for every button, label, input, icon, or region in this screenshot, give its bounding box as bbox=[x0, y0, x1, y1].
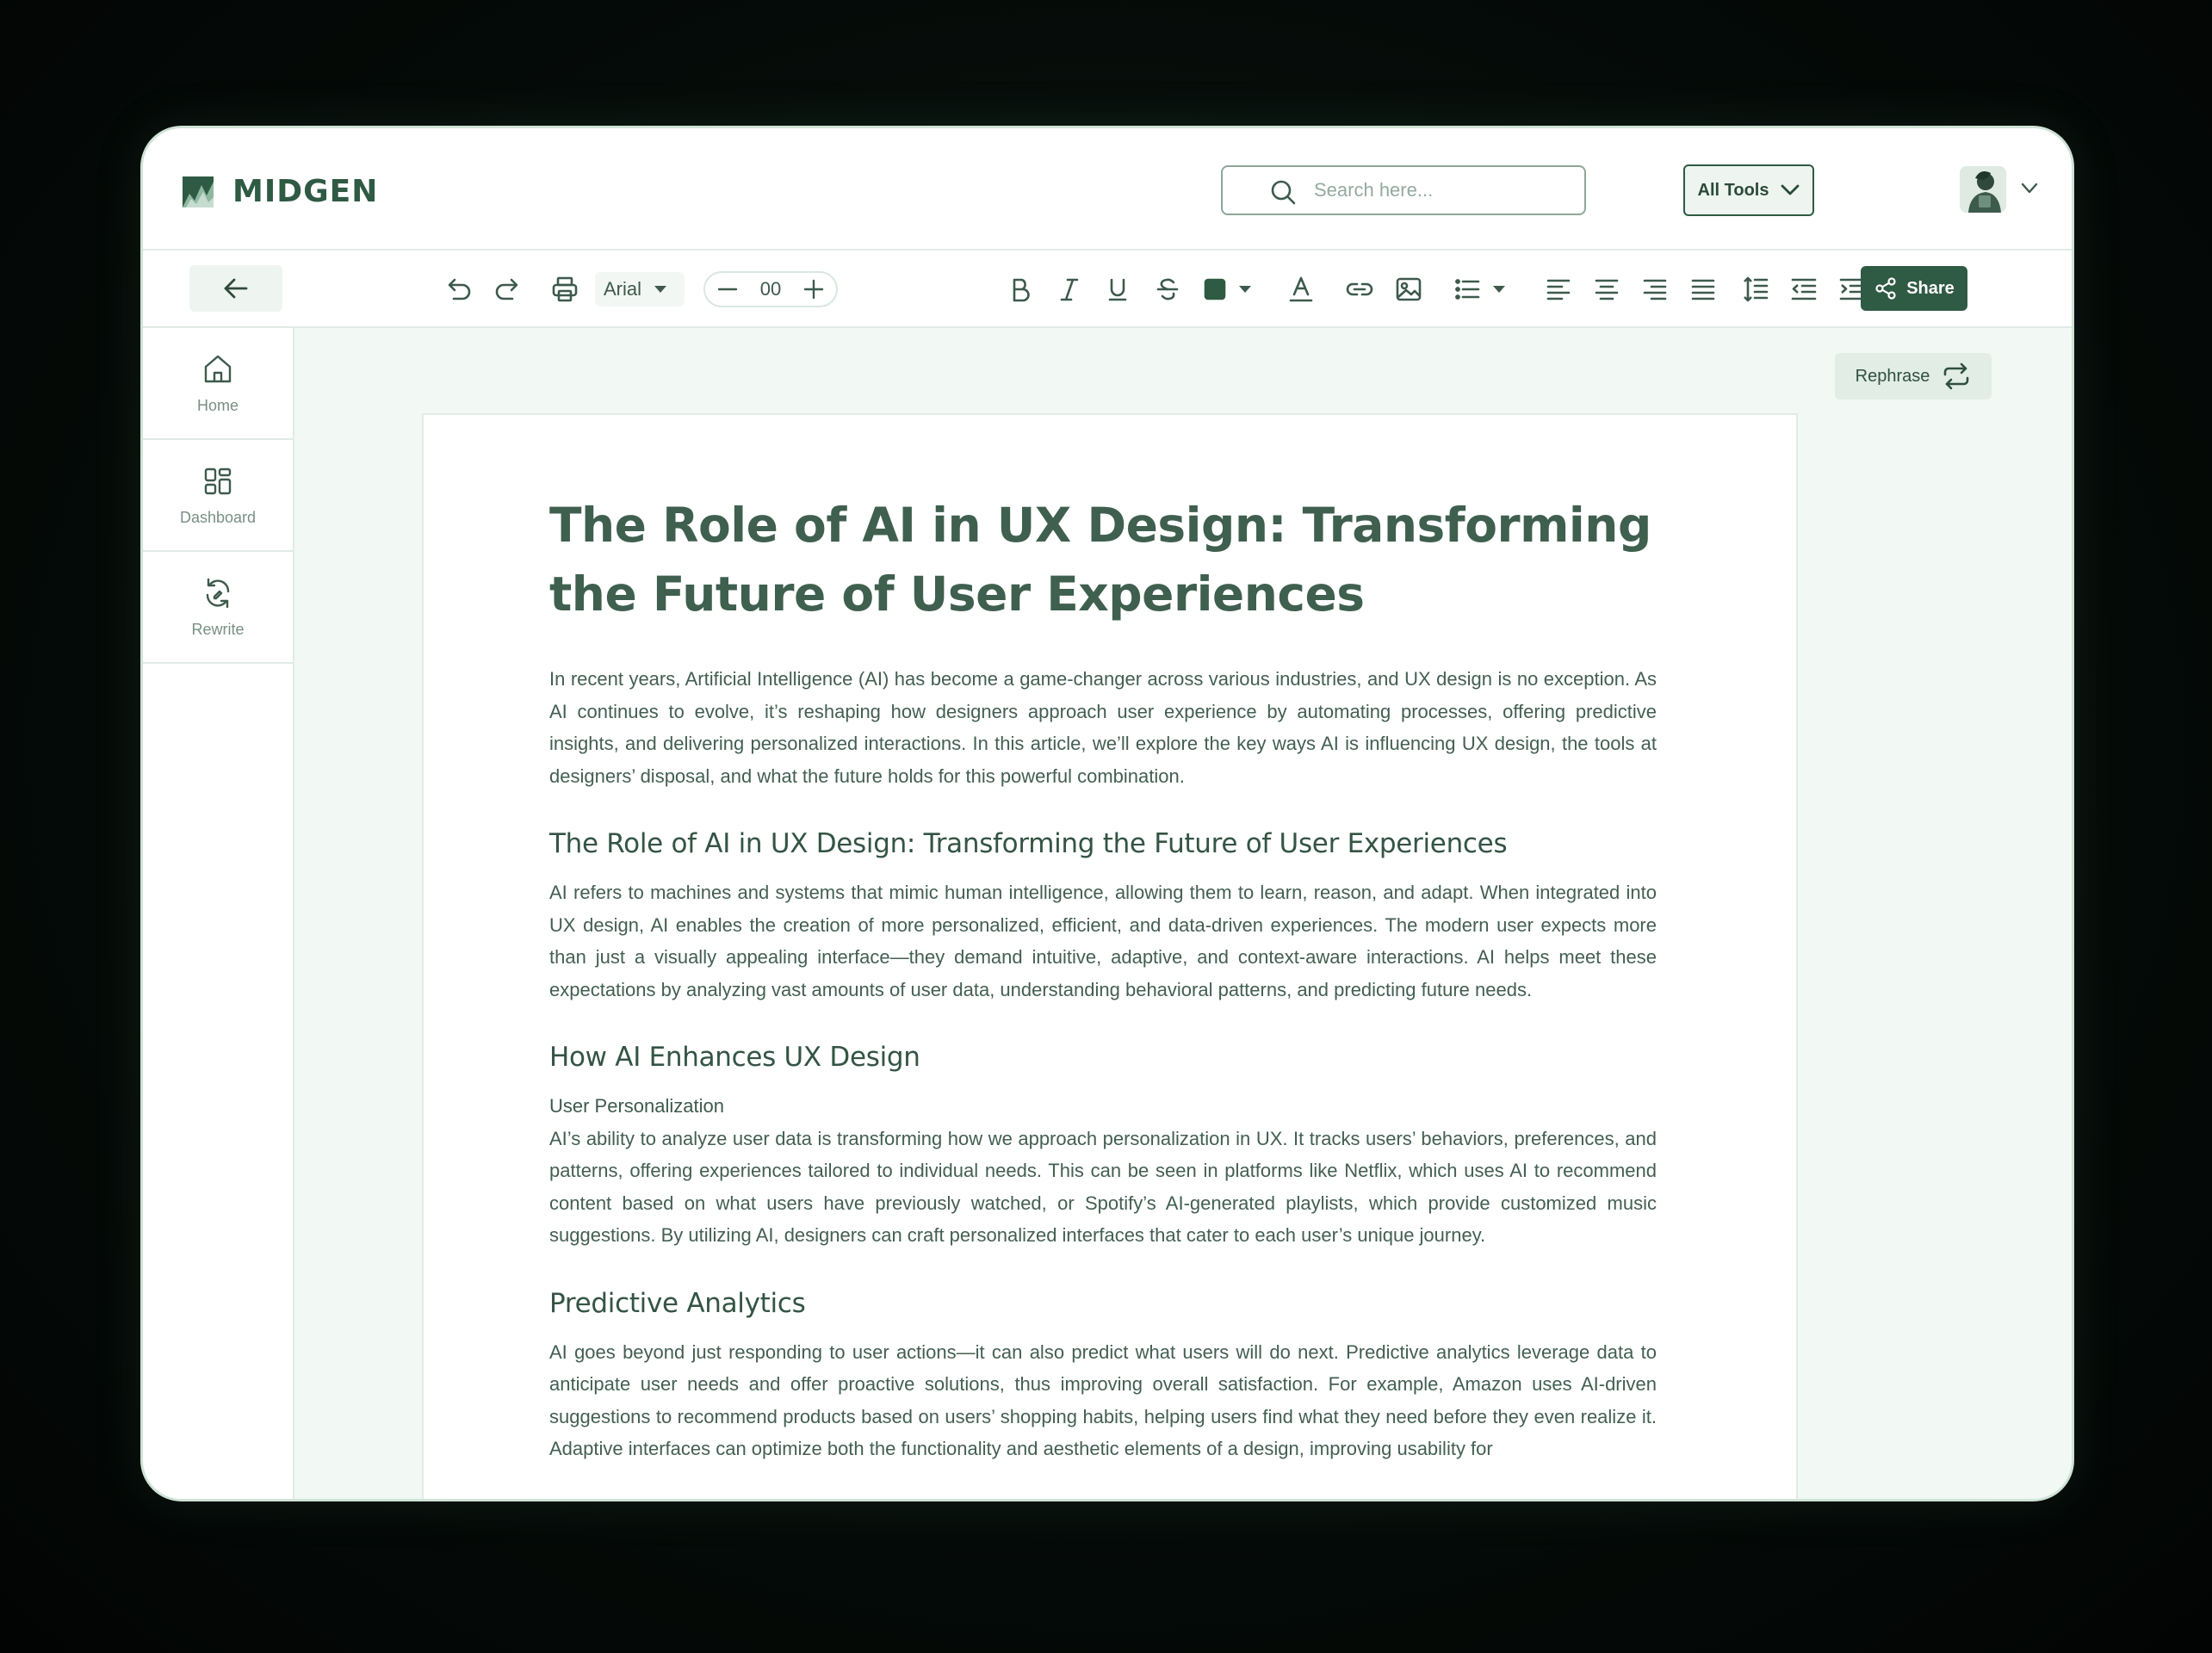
dashboard-icon bbox=[204, 467, 232, 494]
fill-color-icon bbox=[1204, 278, 1226, 300]
sidebar-item-home[interactable]: Home bbox=[143, 328, 293, 440]
rephrase-button[interactable]: Rephrase bbox=[1835, 353, 1992, 399]
bold-icon bbox=[1013, 278, 1030, 302]
redo-icon bbox=[495, 278, 518, 300]
fill-color-button[interactable] bbox=[1200, 268, 1255, 311]
sidebar-item-label: Dashboard bbox=[179, 508, 257, 526]
align-right-button[interactable] bbox=[1638, 268, 1672, 311]
user-avatar-image bbox=[1960, 166, 2006, 213]
section-heading[interactable]: How AI Enhances UX Design bbox=[549, 1038, 1657, 1076]
bold-button[interactable] bbox=[1003, 268, 1038, 311]
document-body[interactable]: The Role of AI in UX Design: Transformin… bbox=[549, 491, 1657, 1465]
print-button[interactable] bbox=[548, 268, 582, 311]
share-button[interactable]: Share bbox=[1861, 266, 1967, 311]
share-label: Share bbox=[1906, 278, 1955, 298]
account-menu-chevron-icon[interactable] bbox=[2020, 182, 2039, 195]
all-tools-dropdown[interactable]: All Tools bbox=[1683, 164, 1814, 216]
image-icon bbox=[1396, 277, 1422, 301]
align-left-icon bbox=[1546, 279, 1571, 300]
line-spacing-icon bbox=[1744, 276, 1769, 302]
section-paragraph[interactable]: AI refers to machines and systems that m… bbox=[549, 876, 1657, 1006]
rephrase-label: Rephrase bbox=[1855, 366, 1930, 386]
underline-icon bbox=[1108, 278, 1127, 301]
sidebar-item-label: Rewrite bbox=[191, 620, 245, 638]
search-icon bbox=[1271, 180, 1296, 205]
link-icon bbox=[1346, 282, 1373, 296]
back-button[interactable] bbox=[189, 265, 282, 312]
document-page[interactable]: The Role of AI in UX Design: Transformin… bbox=[422, 413, 1798, 1499]
search-input[interactable] bbox=[1314, 179, 1555, 201]
strikethrough-icon bbox=[1156, 278, 1179, 300]
outdent-button[interactable] bbox=[1787, 268, 1821, 311]
brand-name: MIDGEN bbox=[232, 174, 379, 209]
minus-icon[interactable] bbox=[717, 279, 738, 300]
bullet-list-icon bbox=[1455, 279, 1480, 300]
align-center-button[interactable] bbox=[1589, 268, 1624, 311]
section-heading[interactable]: The Role of AI in UX Design: Transformin… bbox=[549, 825, 1657, 863]
text-color-button[interactable] bbox=[1284, 268, 1318, 311]
line-spacing-button[interactable] bbox=[1738, 268, 1773, 311]
editor-toolbar: Arial 00 Share bbox=[143, 251, 2072, 328]
link-button[interactable] bbox=[1342, 268, 1377, 311]
image-button[interactable] bbox=[1391, 268, 1426, 311]
sidebar-item-dashboard[interactable]: Dashboard bbox=[143, 440, 293, 552]
align-center-icon bbox=[1595, 279, 1619, 300]
undo-button[interactable] bbox=[441, 268, 475, 311]
swap-arrows-icon bbox=[1944, 362, 1969, 390]
section-paragraph[interactable]: AI’s ability to analyze user data is tra… bbox=[549, 1123, 1657, 1252]
align-justify-button[interactable] bbox=[1686, 268, 1720, 311]
all-tools-label: All Tools bbox=[1697, 180, 1769, 200]
share-icon bbox=[1875, 277, 1896, 300]
home-icon bbox=[204, 355, 232, 382]
app-window: MIDGEN All Tools bbox=[140, 126, 2074, 1501]
bullet-list-button[interactable] bbox=[1449, 268, 1511, 311]
outdent-icon bbox=[1791, 278, 1817, 300]
subsection-heading[interactable]: User Personalization bbox=[549, 1090, 1657, 1123]
underline-button[interactable] bbox=[1100, 268, 1135, 311]
caret-down-icon bbox=[1239, 286, 1251, 293]
top-header: MIDGEN All Tools bbox=[143, 128, 2072, 251]
sidebar-item-rewrite[interactable]: Rewrite bbox=[143, 552, 293, 664]
font-family-select[interactable]: Arial bbox=[595, 272, 685, 306]
redo-button[interactable] bbox=[491, 268, 525, 311]
strikethrough-button[interactable] bbox=[1150, 268, 1185, 311]
font-family-value: Arial bbox=[604, 278, 642, 300]
align-left-button[interactable] bbox=[1541, 268, 1576, 311]
align-justify-icon bbox=[1691, 279, 1715, 300]
font-size-value[interactable]: 00 bbox=[760, 278, 781, 300]
font-size-stepper[interactable]: 00 bbox=[703, 271, 838, 307]
document-title[interactable]: The Role of AI in UX Design: Transformin… bbox=[549, 491, 1657, 628]
italic-icon bbox=[1060, 278, 1079, 301]
brand-logo[interactable]: MIDGEN bbox=[183, 174, 378, 209]
arrow-left-icon bbox=[224, 278, 248, 299]
undo-icon bbox=[448, 278, 471, 300]
caret-down-icon bbox=[654, 286, 667, 293]
search-box[interactable] bbox=[1221, 165, 1586, 215]
user-avatar[interactable] bbox=[1960, 166, 2006, 213]
section-heading[interactable]: Predictive Analytics bbox=[549, 1285, 1657, 1322]
intro-paragraph[interactable]: In recent years, Artificial Intelligence… bbox=[549, 663, 1657, 792]
logo-mark-icon bbox=[183, 176, 214, 207]
caret-down-icon bbox=[1493, 286, 1505, 293]
text-color-icon bbox=[1289, 276, 1313, 302]
print-icon bbox=[552, 276, 578, 302]
chevron-down-icon bbox=[1781, 184, 1800, 195]
section-paragraph[interactable]: AI goes beyond just responding to user a… bbox=[549, 1336, 1657, 1465]
align-right-icon bbox=[1643, 279, 1667, 300]
sidebar-item-label: Home bbox=[196, 396, 239, 414]
rewrite-icon bbox=[206, 578, 230, 608]
italic-button[interactable] bbox=[1052, 268, 1087, 311]
sidebar: Home Dashboard Rewrite bbox=[143, 328, 294, 1499]
plus-icon[interactable] bbox=[803, 279, 824, 300]
